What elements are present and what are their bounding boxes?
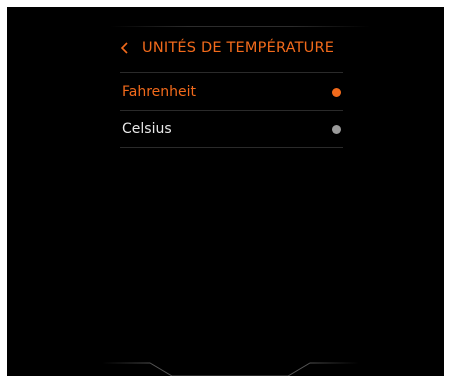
option-fahrenheit[interactable]: Fahrenheit xyxy=(120,74,343,110)
option-label: Celsius xyxy=(122,121,172,137)
screen: UNITÉS DE TEMPÉRATURE Fahrenheit Celsius xyxy=(7,7,444,376)
bottom-bezel-decoration xyxy=(102,362,359,376)
radio-selected-icon xyxy=(332,87,341,97)
header: UNITÉS DE TEMPÉRATURE xyxy=(120,37,334,59)
option-celsius[interactable]: Celsius xyxy=(120,111,343,147)
divider xyxy=(120,147,343,148)
chevron-left-icon[interactable] xyxy=(120,37,136,59)
option-label: Fahrenheit xyxy=(122,84,197,100)
radio-unselected-icon xyxy=(332,124,341,134)
page-title: UNITÉS DE TEMPÉRATURE xyxy=(142,40,335,56)
top-divider xyxy=(110,26,370,27)
divider xyxy=(120,72,343,73)
